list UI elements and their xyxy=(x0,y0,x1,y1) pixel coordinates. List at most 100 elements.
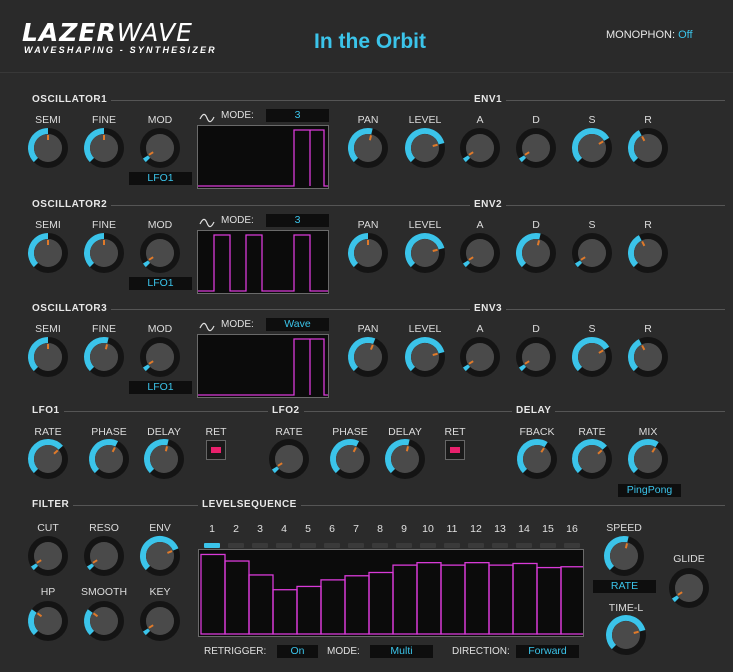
filter-hp-knob[interactable] xyxy=(26,599,70,643)
osc1-mod-source[interactable]: LFO1 xyxy=(129,172,192,185)
osc2-mode-select[interactable]: 3 xyxy=(266,214,329,227)
step-indicator-16[interactable] xyxy=(564,543,580,548)
osc3-mod-source[interactable]: LFO1 xyxy=(129,381,192,394)
env3-s-knob[interactable] xyxy=(570,335,614,379)
speed-mode-select[interactable]: RATE xyxy=(593,580,656,593)
lfo1-phase-knob[interactable] xyxy=(87,437,131,481)
env2-level-knob[interactable] xyxy=(403,231,447,275)
level-bar-7[interactable] xyxy=(344,575,370,635)
level-bar-10[interactable] xyxy=(416,562,442,635)
env3-pan-knob[interactable] xyxy=(346,335,390,379)
seq-speed-knob[interactable] xyxy=(602,534,646,578)
env1-pan-knob[interactable] xyxy=(346,126,390,170)
osc3-mode-select[interactable]: Wave xyxy=(266,318,329,331)
step-indicator-12[interactable] xyxy=(468,543,484,548)
env3-rule xyxy=(350,309,725,310)
step-indicator-8[interactable] xyxy=(372,543,388,548)
lfo1-delay-knob[interactable] xyxy=(142,437,186,481)
step-indicator-9[interactable] xyxy=(396,543,412,548)
osc3-fine-knob[interactable] xyxy=(82,335,126,379)
filter-smooth-knob[interactable] xyxy=(82,599,126,643)
step-indicator-11[interactable] xyxy=(444,543,460,548)
level-bar-13[interactable] xyxy=(488,564,514,635)
lfo1-retrigger-button[interactable] xyxy=(206,440,226,460)
level-bar-15[interactable] xyxy=(536,566,562,635)
seq-time-l-knob[interactable] xyxy=(604,613,648,657)
monophon-value[interactable]: Off xyxy=(678,29,692,41)
delay-mix-knob[interactable] xyxy=(626,437,670,481)
lfo2-rate-knob[interactable] xyxy=(267,437,311,481)
level-bar-11[interactable] xyxy=(440,564,466,635)
step-indicator-5[interactable] xyxy=(300,543,316,548)
filter-env-knob[interactable] xyxy=(138,534,182,578)
env1-d-knob[interactable] xyxy=(514,126,558,170)
filter-key-knob[interactable] xyxy=(138,599,182,643)
filter-reso-knob[interactable] xyxy=(82,534,126,578)
step-indicator-14[interactable] xyxy=(516,543,532,548)
level-bar-16[interactable] xyxy=(560,566,586,635)
osc2-semi-knob[interactable] xyxy=(26,231,70,275)
level-bar-12[interactable] xyxy=(464,562,490,635)
level-bar-9[interactable] xyxy=(392,564,418,635)
lfo2-phase-knob[interactable] xyxy=(328,437,372,481)
preset-name[interactable]: In the Orbit xyxy=(270,30,470,54)
lfo2-retrigger-button[interactable] xyxy=(445,440,465,460)
delay-fback-knob[interactable] xyxy=(515,437,559,481)
level-bar-3[interactable] xyxy=(248,574,274,635)
level-bar-14[interactable] xyxy=(512,562,538,635)
env2-d-knob[interactable] xyxy=(514,231,558,275)
filter-hp-label: HP xyxy=(40,586,56,598)
step-indicator-13[interactable] xyxy=(492,543,508,548)
env3-level-knob[interactable] xyxy=(403,335,447,379)
lfo1-ret-label: RET xyxy=(205,426,227,438)
osc2-mod-source[interactable]: LFO1 xyxy=(129,277,192,290)
step-indicator-2[interactable] xyxy=(228,543,244,548)
step-indicator-4[interactable] xyxy=(276,543,292,548)
env3-d-knob[interactable] xyxy=(514,335,558,379)
osc1-fine-knob[interactable] xyxy=(82,126,126,170)
filter-key-label: KEY xyxy=(149,586,171,598)
level-bar-4[interactable] xyxy=(272,589,298,635)
seq-mode-select[interactable]: Multi xyxy=(370,645,433,658)
env1-r-knob[interactable] xyxy=(626,126,670,170)
step-indicator-3[interactable] xyxy=(252,543,268,548)
monophon-toggle[interactable]: MONOPHON: Off xyxy=(606,29,693,41)
osc3-mod-knob[interactable] xyxy=(138,335,182,379)
env2-s-knob[interactable] xyxy=(570,231,614,275)
osc1-mod-knob[interactable] xyxy=(138,126,182,170)
step-indicator-6[interactable] xyxy=(324,543,340,548)
env1-level-knob[interactable] xyxy=(403,126,447,170)
level-bar-1[interactable] xyxy=(200,553,226,635)
level-bar-5[interactable] xyxy=(296,585,322,635)
filter-cut-knob[interactable] xyxy=(26,534,70,578)
env1-s-knob[interactable] xyxy=(570,126,614,170)
direction-select[interactable]: Forward xyxy=(516,645,579,658)
retrigger-select[interactable]: On xyxy=(277,645,318,658)
level-bar-8[interactable] xyxy=(368,571,394,635)
level-bar-2[interactable] xyxy=(224,560,250,635)
env3-r-knob[interactable] xyxy=(626,335,670,379)
env2-r-knob[interactable] xyxy=(626,231,670,275)
osc2-fine-knob[interactable] xyxy=(82,231,126,275)
osc2-mod-knob[interactable] xyxy=(138,231,182,275)
osc1-mode-select[interactable]: 3 xyxy=(266,109,329,122)
step-indicator-15[interactable] xyxy=(540,543,556,548)
env3-level-label: LEVEL xyxy=(408,323,442,335)
step-number-16: 16 xyxy=(566,523,578,535)
lfo2-delay-knob[interactable] xyxy=(383,437,427,481)
osc1-semi-knob[interactable] xyxy=(26,126,70,170)
level-bar-6[interactable] xyxy=(320,579,346,635)
lfo1-rate-knob[interactable] xyxy=(26,437,70,481)
step-indicator-1[interactable] xyxy=(204,543,220,548)
delay-mode-select[interactable]: PingPong xyxy=(618,484,681,497)
env2-a-knob[interactable] xyxy=(458,231,502,275)
step-indicator-10[interactable] xyxy=(420,543,436,548)
env3-a-knob[interactable] xyxy=(458,335,502,379)
delay-rate-knob[interactable] xyxy=(570,437,614,481)
levelsequence-display[interactable] xyxy=(198,549,586,637)
env1-a-knob[interactable] xyxy=(458,126,502,170)
step-indicator-7[interactable] xyxy=(348,543,364,548)
osc3-semi-knob[interactable] xyxy=(26,335,70,379)
seq-glide-knob[interactable] xyxy=(667,566,711,610)
env2-pan-knob[interactable] xyxy=(346,231,390,275)
